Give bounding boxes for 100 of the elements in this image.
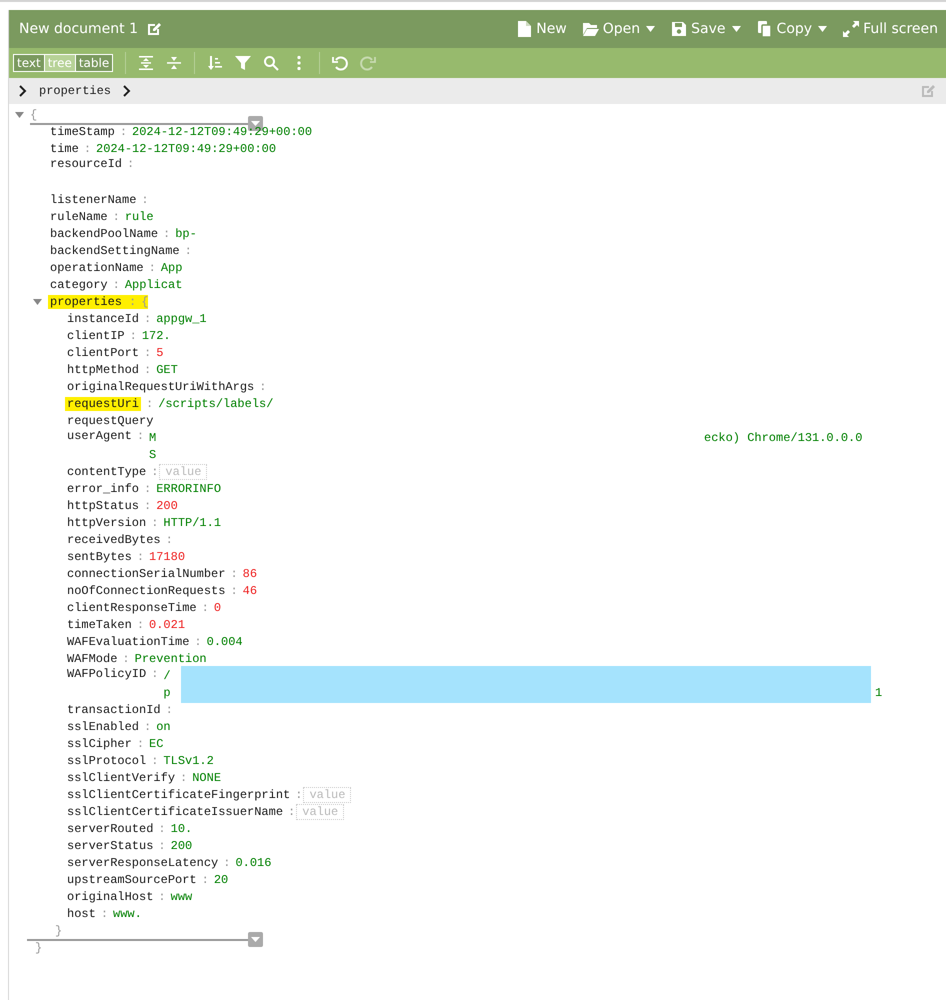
- search-icon[interactable]: [263, 55, 280, 71]
- field-key[interactable]: originalHost: [67, 890, 154, 904]
- field-value[interactable]: EC: [149, 736, 164, 750]
- field-key[interactable]: time: [50, 142, 79, 156]
- field-key[interactable]: connectionSerialNumber: [67, 566, 226, 580]
- field-key[interactable]: sslEnabled: [67, 720, 140, 734]
- colon: :: [157, 890, 167, 904]
- collapse-all-icon[interactable]: [166, 55, 182, 71]
- field-key[interactable]: WAFPolicyID: [67, 667, 146, 681]
- field-key[interactable]: category: [50, 278, 108, 292]
- expand-all-icon[interactable]: [138, 55, 154, 71]
- field-key[interactable]: sentBytes: [67, 550, 132, 564]
- colon: :: [100, 906, 110, 920]
- open-brace: {: [141, 294, 148, 308]
- edit-icon[interactable]: [146, 21, 162, 37]
- field-key[interactable]: clientIP: [67, 328, 125, 342]
- field-value[interactable]: rule: [124, 210, 154, 224]
- field-key[interactable]: sslClientVerify: [67, 770, 176, 784]
- undo-icon[interactable]: [332, 55, 348, 71]
- field-key[interactable]: transactionId: [67, 702, 161, 716]
- field-value[interactable]: M: [149, 430, 156, 444]
- field-value[interactable]: GET: [156, 362, 178, 376]
- field-value[interactable]: Prevention: [134, 652, 207, 666]
- field-value[interactable]: appgw_1: [156, 312, 207, 326]
- field-value[interactable]: 2024-12-12T09:49:29+00:00: [132, 124, 312, 138]
- field-key[interactable]: WAFMode: [67, 652, 118, 666]
- field-key[interactable]: httpVersion: [67, 516, 146, 530]
- field-key[interactable]: resourceId: [50, 157, 122, 171]
- field-key[interactable]: backendPoolName: [50, 226, 158, 240]
- field-key[interactable]: userAgent: [67, 429, 132, 443]
- field-value[interactable]: 20: [214, 872, 228, 886]
- field-value[interactable]: 10.: [170, 822, 192, 836]
- field-key[interactable]: timeStamp: [50, 124, 115, 138]
- folder-icon: [582, 21, 599, 37]
- edit-icon[interactable]: [920, 83, 936, 99]
- field-key[interactable]: operationName: [50, 260, 144, 274]
- field-key[interactable]: properties: [48, 294, 124, 308]
- colon: :: [150, 667, 160, 681]
- field-value[interactable]: 86: [242, 566, 258, 580]
- field-value[interactable]: 5: [156, 346, 164, 360]
- colon: :: [229, 584, 239, 598]
- field-key[interactable]: receivedBytes: [67, 532, 161, 546]
- field-key[interactable]: originalRequestUriWithArgs: [67, 380, 254, 394]
- field-value[interactable]: 172.: [142, 328, 171, 342]
- field-value[interactable]: www: [170, 890, 192, 904]
- field-value[interactable]: on: [156, 720, 171, 734]
- field-value[interactable]: 0.004: [206, 634, 243, 648]
- field-key[interactable]: httpMethod: [67, 362, 140, 376]
- sort-icon[interactable]: [207, 55, 224, 71]
- field-value: 1: [875, 686, 882, 700]
- field-key[interactable]: noOfConnectionRequests: [67, 584, 226, 598]
- colon: :: [136, 429, 146, 443]
- field-key[interactable]: serverRouted: [67, 822, 154, 836]
- field-value[interactable]: Applicat: [124, 278, 182, 292]
- field-value[interactable]: 0.021: [149, 618, 186, 632]
- field-value[interactable]: www.: [113, 906, 142, 920]
- field-key[interactable]: sslClientCertificateIssuerName: [67, 804, 284, 818]
- field-key[interactable]: instanceId: [67, 312, 140, 326]
- field-key[interactable]: error_info: [67, 482, 140, 496]
- chevron-icon[interactable]: [123, 85, 132, 97]
- field-key[interactable]: requestQuery: [67, 414, 154, 428]
- field-key[interactable]: upstreamSourcePort: [67, 872, 197, 886]
- field-value[interactable]: 46: [242, 584, 258, 598]
- field-key[interactable]: contentType: [67, 464, 146, 478]
- field-key[interactable]: listenerName: [50, 192, 136, 206]
- field-value[interactable]: /scripts/labels/: [158, 396, 274, 410]
- field-key[interactable]: backendSettingName: [50, 244, 180, 258]
- field-value[interactable]: 2024-12-12T09:49:29+00:00: [96, 142, 276, 156]
- field-key[interactable]: clientResponseTime: [67, 600, 197, 614]
- field-key[interactable]: ruleName: [50, 210, 108, 224]
- expand-triangle-icon[interactable]: [33, 299, 42, 305]
- field-value[interactable]: 200: [170, 838, 192, 852]
- expand-triangle-icon[interactable]: [15, 112, 24, 118]
- field-value[interactable]: NONE: [192, 770, 222, 784]
- field-value[interactable]: bp-: [175, 226, 197, 240]
- field-key[interactable]: sslClientCertificateFingerprint: [67, 788, 290, 802]
- field-value[interactable]: 200: [156, 498, 178, 512]
- field-key[interactable]: WAFEvaluationTime: [67, 634, 190, 648]
- field-value[interactable]: 0: [214, 600, 222, 614]
- chevron-icon[interactable]: [19, 85, 27, 97]
- field-key[interactable]: httpStatus: [67, 498, 140, 512]
- field-key[interactable]: host: [67, 906, 96, 920]
- filter-icon[interactable]: [235, 55, 252, 71]
- field-key[interactable]: serverResponseLatency: [67, 856, 218, 870]
- breadcrumb-item[interactable]: properties: [39, 84, 112, 98]
- field-value[interactable]: ERRORINFO: [156, 482, 222, 496]
- field-key[interactable]: timeTaken: [67, 618, 132, 632]
- field-key[interactable]: sslProtocol: [67, 754, 146, 768]
- field-key[interactable]: requestUri: [65, 396, 142, 410]
- dropdown-handle-icon[interactable]: [248, 932, 263, 947]
- field-value[interactable]: HTTP/1.1: [163, 516, 222, 530]
- field-key[interactable]: serverStatus: [67, 838, 154, 852]
- field-value[interactable]: 0.016: [235, 856, 272, 870]
- field-key[interactable]: sslCipher: [67, 736, 132, 750]
- field-value[interactable]: TLSv1.2: [163, 754, 214, 768]
- field-value[interactable]: 17180: [149, 550, 186, 564]
- colon: :: [136, 736, 146, 750]
- field-key[interactable]: clientPort: [67, 346, 140, 360]
- field-value[interactable]: /: [163, 668, 171, 682]
- field-value[interactable]: App: [160, 260, 182, 274]
